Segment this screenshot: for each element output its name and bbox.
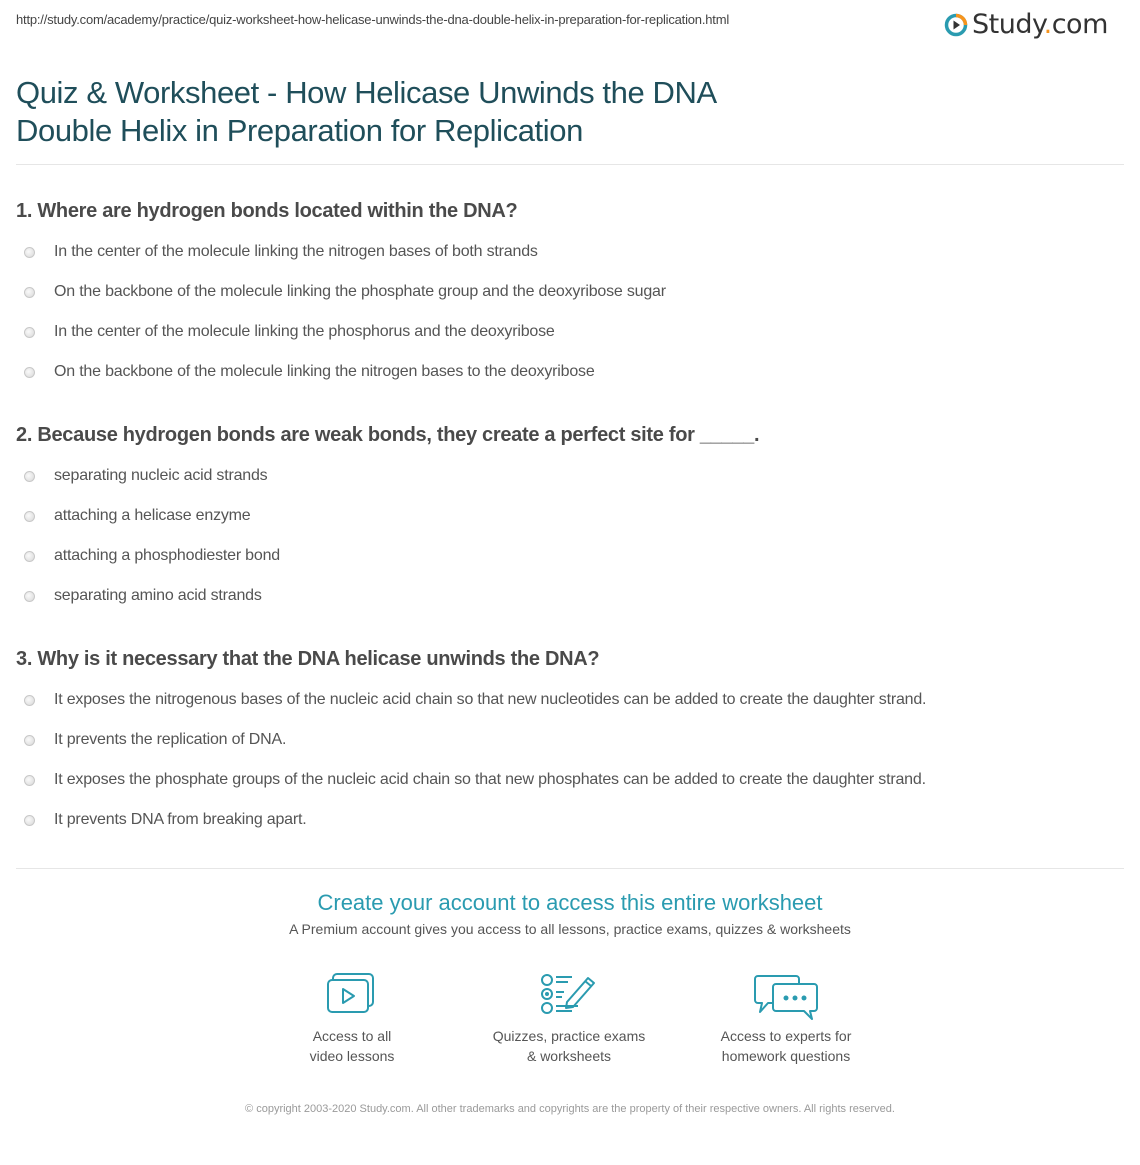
option-label: In the center of the molecule linking th… bbox=[54, 323, 555, 340]
radio-button[interactable] bbox=[24, 326, 35, 338]
play-circle-icon bbox=[944, 13, 968, 37]
feature-label: Quizzes, practice exams & worksheets bbox=[469, 1026, 669, 1066]
radio-button[interactable] bbox=[24, 286, 35, 298]
copyright-notice: © copyright 2003-2020 Study.com. All oth… bbox=[245, 1103, 895, 1115]
radio-button[interactable] bbox=[24, 550, 35, 562]
radio-button[interactable] bbox=[24, 590, 35, 602]
video-lessons-icon bbox=[252, 972, 452, 1016]
logo-wordmark: Study.com bbox=[972, 8, 1108, 42]
option-label: It exposes the phosphate groups of the n… bbox=[54, 771, 926, 788]
question-1: 1. Where are hydrogen bonds located with… bbox=[16, 198, 666, 392]
cta-title[interactable]: Create your account to access this entir… bbox=[0, 890, 1140, 916]
feature-experts: Access to experts for homework questions bbox=[686, 972, 886, 1066]
feature-label-line2: homework questions bbox=[721, 1048, 851, 1064]
answer-option[interactable]: It exposes the phosphate groups of the n… bbox=[16, 760, 926, 800]
logo-text-tld: com bbox=[1051, 9, 1109, 40]
radio-button[interactable] bbox=[24, 246, 35, 258]
question-text: 2. Because hydrogen bonds are weak bonds… bbox=[16, 424, 760, 446]
radio-button[interactable] bbox=[24, 814, 35, 826]
feature-label-line1: Access to all bbox=[312, 1028, 392, 1044]
answer-option[interactable]: separating amino acid strands bbox=[16, 576, 759, 616]
option-label: attaching a helicase enzyme bbox=[54, 507, 251, 524]
answer-option[interactable]: It exposes the nitrogenous bases of the … bbox=[16, 680, 926, 720]
feature-label-line2: video lessons bbox=[309, 1048, 395, 1064]
option-label: On the backbone of the molecule linking … bbox=[54, 363, 595, 380]
radio-button[interactable] bbox=[24, 694, 35, 706]
radio-button[interactable] bbox=[24, 470, 35, 482]
option-label: It exposes the nitrogenous bases of the … bbox=[54, 691, 927, 708]
radio-button[interactable] bbox=[24, 734, 35, 746]
answer-option[interactable]: On the backbone of the molecule linking … bbox=[16, 272, 666, 312]
option-label: It prevents the replication of DNA. bbox=[54, 731, 287, 748]
answer-option[interactable]: attaching a helicase enzyme bbox=[16, 496, 759, 536]
question-text: 1. Where are hydrogen bonds located with… bbox=[16, 200, 518, 222]
page-url: http://study.com/academy/practice/quiz-w… bbox=[16, 12, 730, 27]
answer-option[interactable]: attaching a phosphodiester bond bbox=[16, 536, 759, 576]
feature-label-line1: Access to experts for bbox=[720, 1028, 852, 1044]
radio-button[interactable] bbox=[24, 366, 35, 378]
cta-subtitle: A Premium account gives you access to al… bbox=[289, 921, 851, 937]
feature-label: Access to all video lessons bbox=[252, 1026, 452, 1066]
option-label: In the center of the molecule linking th… bbox=[54, 243, 538, 260]
answer-option[interactable]: It prevents the replication of DNA. bbox=[16, 720, 926, 760]
page-title: Quiz & Worksheet - How Helicase Unwinds … bbox=[16, 75, 716, 148]
option-label: On the backbone of the molecule linking … bbox=[54, 283, 666, 300]
answer-option[interactable]: In the center of the molecule linking th… bbox=[16, 312, 666, 352]
radio-button[interactable] bbox=[24, 774, 35, 786]
study-logo[interactable]: Study.com bbox=[944, 8, 1108, 42]
logo-text-main: Study bbox=[972, 9, 1044, 40]
question-text: 3. Why is it necessary that the DNA heli… bbox=[16, 648, 600, 670]
chat-bubbles-icon bbox=[686, 972, 886, 1020]
feature-label: Access to experts for homework questions bbox=[686, 1026, 886, 1066]
feature-video-lessons: Access to all video lessons bbox=[252, 972, 452, 1066]
answer-option[interactable]: separating nucleic acid strands bbox=[16, 456, 759, 496]
feature-quizzes: Quizzes, practice exams & worksheets bbox=[469, 972, 669, 1066]
answer-option[interactable]: On the backbone of the molecule linking … bbox=[16, 352, 666, 392]
option-label: It prevents DNA from breaking apart. bbox=[54, 811, 307, 828]
question-3: 3. Why is it necessary that the DNA heli… bbox=[16, 646, 926, 840]
radio-button[interactable] bbox=[24, 510, 35, 522]
option-label: separating nucleic acid strands bbox=[54, 467, 268, 484]
question-2: 2. Because hydrogen bonds are weak bonds… bbox=[16, 422, 760, 616]
option-label: attaching a phosphodiester bond bbox=[54, 547, 280, 564]
feature-label-line1: Quizzes, practice exams bbox=[492, 1028, 646, 1044]
logo-dot: . bbox=[1043, 9, 1053, 40]
feature-label-line2: & worksheets bbox=[526, 1048, 612, 1064]
answer-option[interactable]: It prevents DNA from breaking apart. bbox=[16, 800, 926, 840]
quiz-checklist-icon bbox=[469, 972, 669, 1016]
cta-divider bbox=[16, 868, 1124, 869]
option-label: separating amino acid strands bbox=[54, 587, 262, 604]
title-divider bbox=[16, 164, 1124, 165]
answer-option[interactable]: In the center of the molecule linking th… bbox=[16, 232, 666, 272]
